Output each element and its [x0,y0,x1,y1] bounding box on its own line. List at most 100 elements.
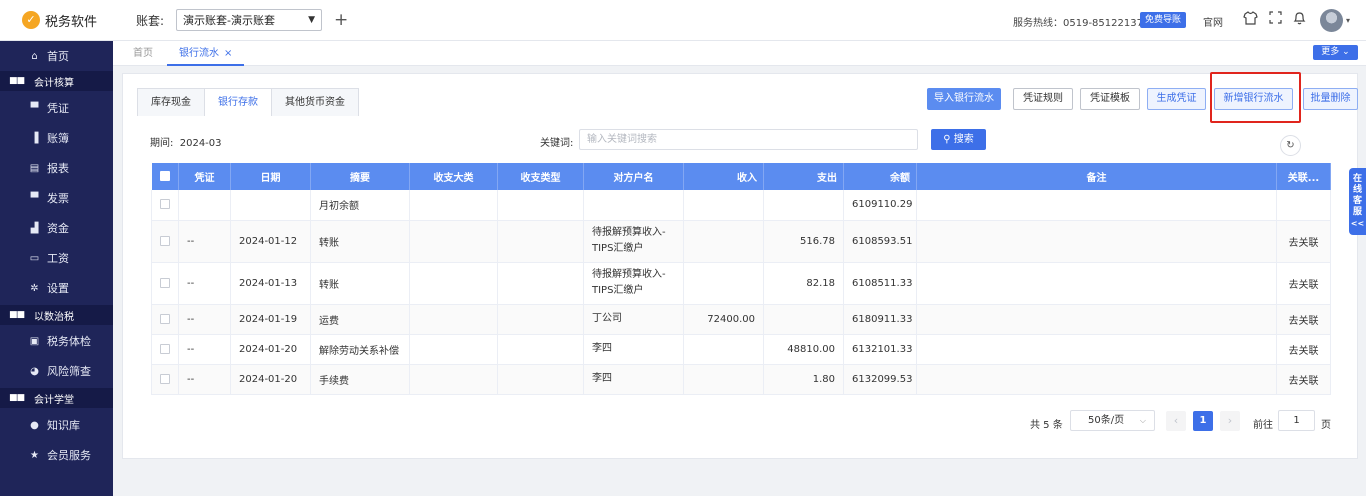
table-row[interactable]: -- 2024-01-13 转账 待报解预算收入-TIPS汇缴户 82.18 6… [151,262,1331,305]
type-cell [497,190,584,221]
link-action[interactable]: 去关联 [1276,220,1331,263]
sidebar-item-invoice[interactable]: ▀ 发票 [0,183,113,213]
batch-delete-button[interactable]: 批量删除 [1303,88,1358,110]
next-page-button[interactable]: › [1220,411,1240,431]
sidebar-item-label: 知识库 [47,419,80,432]
link-action[interactable]: 去关联 [1276,364,1331,395]
goto-page-input[interactable]: 1 [1278,410,1315,431]
goto-label: 前往 [1253,420,1273,431]
link-action[interactable]: 去关联 [1276,334,1331,365]
search-button[interactable]: ⚲ 搜索 [931,129,986,150]
voucher-rules-button[interactable]: 凭证规则 [1013,88,1073,110]
link-action[interactable]: 去关联 [1276,262,1331,305]
table-row[interactable]: -- 2024-01-19 运费 丁公司 72400.00 6180911.33… [151,304,1331,335]
summary-cell: 运费 [310,304,410,335]
free-import-button[interactable]: 免费导账 [1140,12,1187,28]
sidebar-item-home[interactable]: ⌂ 首页 [0,41,113,71]
row-checkbox-cell[interactable] [151,220,179,263]
sidebar-item-label: 资金 [47,222,69,235]
date-cell: 2024-01-20 [230,364,311,395]
close-icon[interactable]: × [224,48,232,59]
prev-page-button[interactable]: ‹ [1166,411,1186,431]
link-action[interactable]: 去关联 [1276,304,1331,335]
balance-cell: 6108511.33 [843,262,917,305]
checkbox[interactable] [160,373,170,384]
current-page-button[interactable]: 1 [1193,411,1213,431]
sidebar-item-member-service[interactable]: ★ 会员服务 [0,440,113,470]
sidebar-group-academy[interactable]: ■■ 会计学堂 [0,388,113,408]
import-bank-flow-button[interactable]: 导入银行流水 [927,88,1001,110]
skin-icon[interactable] [1243,11,1258,28]
tab-other-funds[interactable]: 其他货币资金 [271,88,359,116]
period-label: 期间: [150,138,174,149]
category-cell [409,190,498,221]
row-checkbox-cell[interactable] [151,334,179,365]
table-row[interactable]: 月初余额 6109110.29 [151,190,1331,221]
checkup-icon: ▣ [29,335,40,347]
period-filter[interactable]: 期间: 2024-03 [150,134,222,149]
link-action[interactable] [1276,190,1331,221]
online-service-tab[interactable]: 在线客服 << [1349,168,1366,235]
row-checkbox-cell[interactable] [151,304,179,335]
tab-bank-flow[interactable]: 银行流水 × [167,41,245,66]
tab-home[interactable]: 首页 [133,41,153,66]
select-all-checkbox[interactable] [151,163,179,190]
sidebar-item-voucher[interactable]: ▀ 凭证 [0,93,113,123]
checkbox[interactable] [160,313,170,324]
more-button[interactable]: 更多 ⌄ [1313,45,1358,60]
add-account-icon[interactable]: + [334,11,348,29]
page-size-select[interactable]: 50条/页 ⌵ [1070,410,1155,431]
tab-cash[interactable]: 库存现金 [137,88,205,116]
sidebar-item-report[interactable]: ▤ 报表 [0,153,113,183]
page-size-value: 50条/页 [1088,415,1125,426]
tab-label: 银行流水 [179,48,219,59]
bell-icon[interactable] [1293,11,1306,28]
table-row[interactable]: -- 2024-01-12 转账 待报解预算收入-TIPS汇缴户 516.78 … [151,220,1331,263]
counterparty-cell: 李四 [583,334,684,365]
fullscreen-icon[interactable] [1269,11,1282,27]
generate-voucher-button[interactable]: 生成凭证 [1147,88,1206,110]
table-row[interactable]: -- 2024-01-20 手续费 李四 1.80 6132099.53 去关联 [151,364,1331,395]
sidebar-item-tax-checkup[interactable]: ▣ 税务体检 [0,326,113,356]
expense-cell: 1.80 [763,364,844,395]
row-checkbox-cell[interactable] [151,364,179,395]
sidebar-item-label: 发票 [47,192,69,205]
online-service-label: 在线客服 [1353,174,1363,217]
summary-cell: 转账 [310,220,410,263]
app-logo[interactable]: ✓ 税务软件 [22,11,126,30]
tab-bank-deposit[interactable]: 银行存款 [204,88,272,116]
row-checkbox-cell[interactable] [151,262,179,305]
checkbox[interactable] [159,171,170,181]
sidebar-item-label: 设置 [47,282,69,295]
official-site-link[interactable]: 官网 [1203,14,1223,29]
sidebar-item-risk-screening[interactable]: ◕ 风险筛查 [0,356,113,386]
refresh-icon[interactable]: ↻ [1280,135,1301,156]
checkbox[interactable] [160,235,170,246]
sidebar-group-data-tax[interactable]: ■■ 以数治税 [0,305,113,325]
sidebar-group-label: 以数治税 [34,311,75,323]
sidebar-item-label: 首页 [47,50,69,63]
checkbox[interactable] [160,343,170,354]
sidebar-item-salary[interactable]: ▭ 工资 [0,243,113,273]
category-cell [409,364,498,395]
report-icon: ▤ [29,162,40,174]
sidebar-item-fund[interactable]: ▟ 资金 [0,213,113,243]
checkbox[interactable] [160,199,170,210]
account-label: 账套: [136,13,165,28]
summary-cell: 解除劳动关系补偿 [310,334,410,365]
note-cell [916,262,1277,305]
sidebar-group-accounting[interactable]: ■■ 会计核算 [0,71,113,91]
account-select[interactable]: 演示账套-演示账套 ▼ [176,9,323,31]
voucher-template-button[interactable]: 凭证模板 [1080,88,1140,110]
income-cell [683,190,764,221]
sidebar-item-ledger[interactable]: ▐ 账簿 [0,123,113,153]
sidebar-item-knowledge-base[interactable]: ● 知识库 [0,410,113,440]
table-row[interactable]: -- 2024-01-20 解除劳动关系补偿 李四 48810.00 61321… [151,334,1331,365]
sidebar-item-settings[interactable]: ✲ 设置 [0,273,113,303]
checkbox[interactable] [160,277,170,288]
row-checkbox-cell[interactable] [151,190,179,221]
sidebar: ⌂ 首页 ■■ 会计核算 ▀ 凭证 ▐ 账簿 ▤ 报表 ▀ 发票 ▟ 资金 ▭ … [0,41,113,496]
keyword-search-input[interactable] [579,129,918,150]
chevron-down-icon[interactable]: ▾ [1346,16,1350,25]
avatar[interactable] [1320,9,1343,32]
